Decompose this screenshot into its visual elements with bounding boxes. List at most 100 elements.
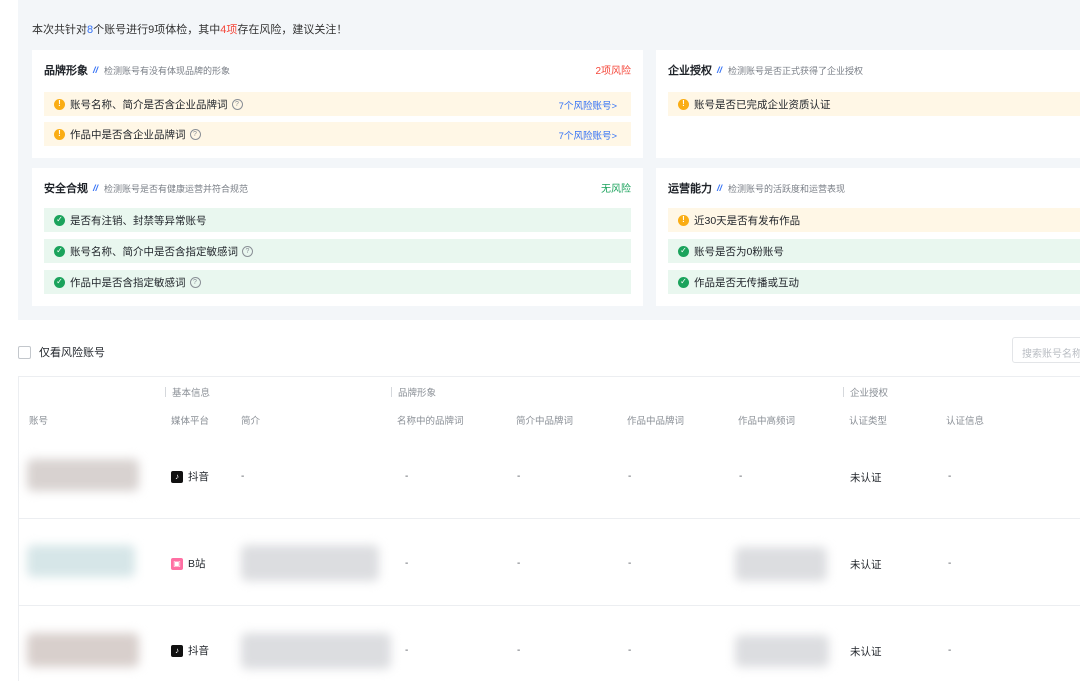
operation-ability-card: 运营能力 // 检测账号的活跃度和运营表现 ! 近30天是否有发布作品 ✓ 账号…: [656, 168, 1080, 306]
bilibili-icon: ▣: [171, 557, 183, 570]
card-title: 品牌形象: [44, 65, 88, 77]
card-title: 安全合规: [44, 183, 88, 195]
separator-icon: //: [717, 183, 723, 193]
check-item-label: 是否有注销、封禁等异常账号: [70, 214, 207, 227]
name-brand-cell: -: [405, 558, 409, 569]
work-brand-cell: -: [628, 471, 632, 482]
check-item-label: 作品是否无传播或互动: [694, 276, 799, 289]
col-platform: 媒体平台: [171, 416, 210, 427]
row-divider: [19, 605, 1080, 606]
cert-info-cell: -: [948, 471, 952, 482]
card-header: 品牌形象 // 检测账号有没有体现品牌的形象 2项风险: [44, 60, 631, 80]
only-risk-label[interactable]: 仅看风险账号: [39, 344, 105, 360]
intro-brand-cell: -: [517, 645, 521, 656]
check-icon: ✓: [54, 245, 65, 257]
check-icon: ✓: [678, 245, 689, 257]
check-item: ! 近30天是否有发布作品: [668, 208, 1080, 232]
check-item: ✓ 作品中是否含指定敏感词 ?: [44, 270, 631, 294]
risk-status: 2项风险: [595, 66, 631, 77]
check-item: ! 账号是否已完成企业资质认证: [668, 92, 1080, 116]
cert-type-cell: 未认证: [850, 559, 882, 571]
check-icon: ✓: [54, 214, 65, 226]
work-freq-blurred: [735, 547, 827, 581]
check-icon: ✓: [678, 276, 689, 288]
check-item-label: 近30天是否有发布作品: [694, 214, 801, 227]
accounts-table: 基本信息 品牌形象 企业授权 账号 媒体平台 简介 名称中的品牌词 简介中品牌词…: [18, 376, 1080, 681]
enterprise-auth-card: 企业授权 // 检测账号是否正式获得了企业授权 ! 账号是否已完成企业资质认证: [656, 50, 1080, 158]
summary-mid2: 项体检，其中: [154, 24, 221, 36]
check-item: ✓ 账号是否为0粉账号: [668, 239, 1080, 263]
work-freq-blurred: [735, 635, 829, 667]
card-header: 企业授权 // 检测账号是否正式获得了企业授权: [668, 60, 1068, 80]
card-title: 运营能力: [668, 183, 712, 195]
card-header: 安全合规 // 检测账号是否有健康运营并符合规范 无风险: [44, 178, 631, 198]
card-description: 检测账号是否有健康运营并符合规范: [104, 183, 249, 194]
work-brand-cell: -: [628, 558, 632, 569]
platform-name: 抖音: [188, 471, 209, 483]
group-header-label: 基本信息: [172, 388, 211, 399]
help-icon[interactable]: ?: [189, 276, 201, 288]
group-header-label: 企业授权: [850, 388, 889, 399]
intro-blurred: [241, 633, 391, 669]
card-description: 检测账号的活跃度和运营表现: [728, 183, 846, 194]
only-risk-filter[interactable]: 仅看风险账号: [18, 344, 105, 360]
account-avatar-name-blurred: [27, 459, 139, 491]
cert-type-cell: 未认证: [850, 472, 882, 484]
cert-info-cell: -: [948, 645, 952, 656]
summary-suffix: 存在风险，建议关注！: [237, 24, 348, 36]
card-description: 检测账号有没有体现品牌的形象: [104, 65, 231, 76]
cert-type-cell: 未认证: [850, 646, 882, 658]
only-risk-checkbox[interactable]: [18, 345, 31, 359]
col-name-brand: 名称中的品牌词: [397, 416, 464, 427]
name-brand-cell: -: [405, 471, 409, 482]
help-icon[interactable]: ?: [231, 98, 243, 110]
card-description: 检测账号是否正式获得了企业授权: [728, 65, 864, 76]
intro-brand-cell: -: [517, 471, 521, 482]
account-avatar-name-blurred: [27, 633, 139, 667]
group-header-auth: 企业授权: [843, 385, 888, 399]
cert-info-cell: -: [948, 558, 952, 569]
card-header: 运营能力 // 检测账号的活跃度和运营表现: [668, 178, 1068, 198]
risk-accounts-link[interactable]: 7个风险账号>: [559, 128, 617, 142]
check-item-label: 账号名称、简介中是否含指定敏感词: [70, 245, 238, 258]
intro-blurred: [241, 545, 379, 581]
separator-icon: //: [93, 65, 99, 75]
col-cert-type: 认证类型: [849, 416, 888, 427]
risk-accounts-link[interactable]: 7个风险账号>: [559, 98, 617, 112]
check-item-label: 账号名称、简介是否含企业品牌词: [70, 98, 228, 111]
brand-image-card: 品牌形象 // 检测账号有没有体现品牌的形象 2项风险 ! 账号名称、简介是否含…: [32, 50, 643, 158]
platform-cell: ♪ 抖音: [171, 469, 209, 484]
check-item: ! 账号名称、简介是否含企业品牌词 ? 7个风险账号>: [44, 92, 631, 116]
help-icon[interactable]: ?: [242, 245, 253, 257]
row-divider: [19, 518, 1080, 519]
check-item-label: 账号是否为0粉账号: [694, 245, 784, 258]
separator-icon: //: [93, 183, 99, 193]
check-icon: ✓: [54, 276, 65, 288]
platform-name: 抖音: [188, 645, 209, 657]
warning-icon: !: [678, 214, 689, 226]
intro-brand-cell: -: [517, 558, 521, 569]
col-work-brand: 作品中品牌词: [627, 416, 685, 427]
no-risk-status: 无风险: [601, 184, 631, 195]
group-header-basic: 基本信息: [165, 385, 210, 399]
health-check-summary-panel: 本次共针对8个账号进行9项体检，其中4项存在风险，建议关注！ 品牌形象 // 检…: [18, 0, 1080, 320]
warning-icon: !: [54, 128, 65, 140]
summary-mid1: 个账号进行: [93, 24, 149, 36]
intro-cell: -: [241, 471, 245, 482]
check-item: ✓ 账号名称、简介中是否含指定敏感词 ?: [44, 239, 631, 263]
col-work-freq: 作品中高频词: [738, 416, 796, 427]
warning-icon: !: [54, 98, 65, 110]
group-header-label: 品牌形象: [398, 388, 437, 399]
separator-icon: //: [717, 65, 723, 75]
platform-name: B站: [188, 558, 206, 570]
douyin-icon: ♪: [171, 644, 183, 657]
search-input[interactable]: 搜索账号名称: [1012, 337, 1080, 363]
col-intro: 简介: [241, 416, 261, 427]
work-freq-cell: -: [739, 471, 743, 482]
check-item-label: 作品中是否含企业品牌词: [70, 128, 186, 141]
help-icon[interactable]: ?: [189, 128, 201, 140]
col-cert-info: 认证信息: [946, 416, 985, 427]
account-avatar-name-blurred: [27, 545, 135, 577]
summary-text: 本次共针对8个账号进行9项体检，其中4项存在风险，建议关注！: [32, 21, 347, 37]
name-brand-cell: -: [405, 645, 409, 656]
